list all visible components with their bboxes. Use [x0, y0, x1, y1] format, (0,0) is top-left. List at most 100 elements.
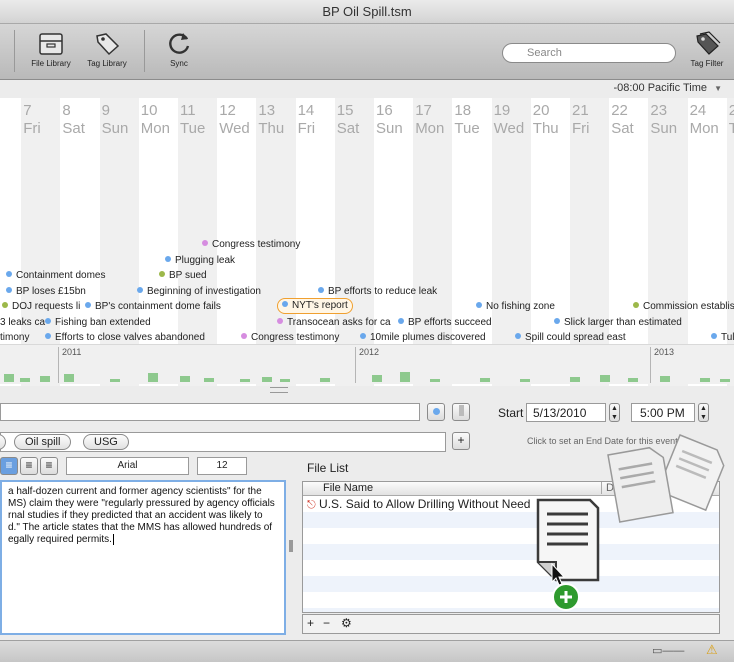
- day-number: 11: [180, 102, 196, 119]
- timeline-event[interactable]: Plugging leak: [165, 255, 235, 267]
- flag-icon: [458, 405, 464, 416]
- toolbar-separator: [14, 30, 15, 72]
- event-label: Transocean asks for ca: [287, 317, 391, 328]
- timeline-event[interactable]: BP loses £15bn: [6, 286, 86, 298]
- day-number: 15: [336, 102, 354, 119]
- timeline-event[interactable]: Congress testimony: [202, 239, 300, 251]
- event-label: Congress testimony: [251, 332, 340, 343]
- add-file-button[interactable]: +: [307, 616, 314, 630]
- add-tag-button[interactable]: +: [452, 432, 470, 450]
- timezone-bar: -08:00 Pacific Time ▼: [0, 80, 734, 98]
- font-size-field[interactable]: 12: [197, 457, 247, 475]
- timeline-event[interactable]: Beginning of investigation: [137, 286, 261, 298]
- timeline-event[interactable]: Efforts to close valves abandoned: [45, 332, 205, 344]
- timeline-event[interactable]: Congress testimony: [241, 332, 339, 344]
- pane-splitter[interactable]: [270, 387, 288, 393]
- timeline-event[interactable]: Fishing ban extended: [45, 317, 151, 329]
- toolbar-separator: [144, 30, 145, 72]
- tag-library-label: Tag Library: [87, 59, 127, 68]
- histogram-bar: [430, 379, 440, 382]
- day-number: 17: [415, 102, 432, 119]
- font-name-field[interactable]: Arial: [66, 457, 189, 475]
- file-library-label: File Library: [31, 59, 71, 68]
- timeline-event[interactable]: Spill could spread east: [515, 332, 626, 344]
- align-center-icon: ≡: [25, 458, 33, 472]
- tag-filter-button[interactable]: Tag Filter: [684, 30, 730, 68]
- event-label: 10mile plumes discovered: [370, 332, 486, 343]
- histogram-bar: [262, 377, 272, 382]
- event-dot: [2, 302, 8, 308]
- file-library-button[interactable]: File Library: [30, 30, 72, 68]
- event-label: Beginning of investigation: [147, 286, 261, 297]
- timeline-event[interactable]: BP sued: [159, 270, 207, 282]
- tag-token[interactable]: Oil spill: [14, 434, 72, 450]
- description-textarea[interactable]: a half-dozen current and former agency s…: [0, 480, 286, 635]
- timeline-event[interactable]: BP efforts to reduce leak: [318, 286, 437, 298]
- day-number: 16: [376, 102, 393, 119]
- day-name: Sat: [611, 120, 634, 137]
- remove-file-button[interactable]: −: [323, 616, 330, 630]
- event-label: NYT's report: [292, 300, 348, 311]
- histogram-bar: [40, 376, 50, 382]
- histogram-bar: [110, 379, 120, 382]
- timeline-event[interactable]: Slick larger than estimated: [554, 317, 682, 329]
- timeline-event[interactable]: DOJ requests li: [2, 301, 80, 313]
- timeline-event[interactable]: Transocean asks for ca: [277, 317, 391, 329]
- event-dot: [398, 318, 404, 324]
- color-button[interactable]: [427, 403, 445, 421]
- timeline-view[interactable]: u7Fri8Sat9Sun10Mon11Tue12Wed13Thu14Fri15…: [0, 98, 734, 386]
- day-name: Tue: [180, 120, 206, 137]
- day-number: 10: [140, 102, 158, 119]
- timeline-event[interactable]: BP efforts succeed: [398, 317, 492, 329]
- histogram-bar: [148, 373, 158, 382]
- document-icon: [607, 446, 674, 523]
- event-label: Congress testimony: [212, 239, 301, 250]
- status-bar: ▭—— ⚠: [0, 640, 734, 662]
- event-dot: [45, 318, 51, 324]
- day-column: 23 Sun: [648, 98, 688, 386]
- file-name: U.S. Said to Allow Drilling Without Need: [319, 497, 531, 511]
- sync-icon: [169, 33, 190, 54]
- tag-token[interactable]: USG: [83, 434, 129, 450]
- timeline-event[interactable]: Commission establis: [633, 301, 734, 313]
- pdf-icon: ⎋: [307, 499, 316, 511]
- day-number: 2: [728, 102, 734, 119]
- align-right-button[interactable]: ≡: [40, 457, 58, 475]
- flag-button[interactable]: [452, 403, 470, 421]
- timeline-event[interactable]: timony: [0, 332, 29, 344]
- timeline-event-selected[interactable]: NYT's report: [277, 298, 353, 314]
- tag-icon: [96, 33, 120, 56]
- warning-icon[interactable]: ⚠: [706, 642, 718, 658]
- event-dot: [6, 271, 12, 277]
- event-dot: [6, 287, 12, 293]
- histogram-bar: [660, 376, 670, 382]
- day-name: Wed: [493, 120, 525, 137]
- event-label: BP loses £15bn: [16, 286, 86, 297]
- event-dot: [515, 333, 521, 339]
- column-file-name[interactable]: File Name: [323, 482, 373, 494]
- histogram-bar: [320, 378, 330, 382]
- timeline-event[interactable]: Tul: [711, 332, 734, 344]
- gear-icon[interactable]: ⚙: [341, 616, 352, 630]
- tag-library-button[interactable]: Tag Library: [84, 30, 130, 68]
- overview-histogram[interactable]: 2011 2012 2013: [0, 344, 734, 384]
- timeline-event[interactable]: 3 leaks ca: [0, 317, 45, 329]
- vertical-splitter-handle[interactable]: [289, 540, 293, 552]
- event-dot: [137, 287, 143, 293]
- timeline-event[interactable]: No fishing zone: [476, 301, 555, 313]
- timeline-event[interactable]: Containment domes: [6, 270, 106, 282]
- day-name: Wed: [219, 120, 250, 137]
- event-title-field[interactable]: [0, 403, 420, 421]
- timeline-event[interactable]: 10mile plumes discovered: [360, 332, 486, 344]
- histogram-bar: [240, 379, 250, 382]
- search-input[interactable]: Search: [502, 43, 676, 63]
- sync-button[interactable]: Sync: [162, 30, 196, 68]
- timezone-selector[interactable]: -08:00 Pacific Time ▼: [613, 82, 722, 94]
- day-number: 13: [258, 102, 276, 119]
- align-right-icon: ≡: [45, 458, 53, 472]
- day-name: Sat: [62, 120, 85, 137]
- timeline-event[interactable]: BP's containment dome fails: [85, 301, 221, 313]
- align-left-button[interactable]: ≡: [0, 457, 18, 475]
- description-line: egally required permits.: [8, 534, 278, 546]
- align-center-button[interactable]: ≡: [20, 457, 38, 475]
